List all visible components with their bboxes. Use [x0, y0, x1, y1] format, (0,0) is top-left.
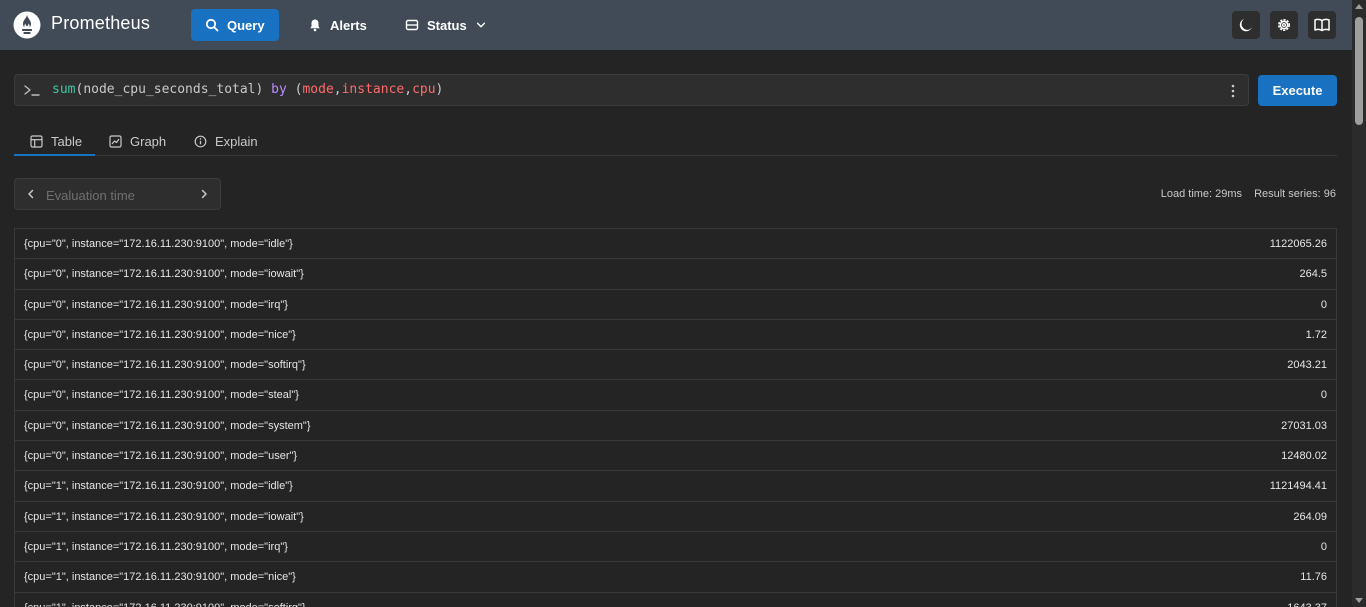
tab-explain[interactable]: Explain — [194, 128, 258, 155]
query-comma: , — [333, 82, 342, 97]
series-value: 12480.02 — [1281, 450, 1327, 463]
query-by-keyword: by — [271, 82, 287, 97]
top-navbar: Prometheus Query Alerts Status — [0, 0, 1366, 50]
query-label-cpu: cpu — [412, 82, 436, 97]
series-value: 27031.03 — [1281, 419, 1327, 432]
table-row: {cpu="1", instance="172.16.11.230:9100",… — [15, 593, 1336, 607]
kebab-menu-icon[interactable] — [1228, 83, 1238, 99]
result-series-count: Result series: 96 — [1254, 188, 1336, 200]
tabs-divider — [14, 155, 1337, 156]
info-icon — [194, 135, 207, 148]
query-metric: node_cpu_seconds_total — [83, 82, 256, 97]
series-labels: {cpu="0", instance="172.16.11.230:9100",… — [24, 450, 298, 463]
table-icon — [30, 135, 43, 148]
series-value: 0 — [1320, 540, 1327, 553]
brand-title[interactable]: Prometheus — [51, 13, 150, 34]
series-labels: {cpu="1", instance="172.16.11.230:9100",… — [24, 602, 306, 607]
query-expression[interactable]: sum(node_cpu_seconds_total) by (mode,ins… — [52, 82, 443, 98]
table-row: {cpu="1", instance="172.16.11.230:9100",… — [15, 502, 1336, 532]
bell-icon — [310, 19, 320, 32]
series-labels: {cpu="0", instance="172.16.11.230:9100",… — [24, 298, 288, 311]
load-time: Load time: 29ms — [1160, 188, 1243, 200]
query-close-paren: ) — [255, 82, 264, 97]
series-labels: {cpu="0", instance="172.16.11.230:9100",… — [24, 419, 311, 432]
table-row: {cpu="0", instance="172.16.11.230:9100",… — [15, 259, 1336, 290]
series-value: 11.76 — [1300, 571, 1327, 584]
series-labels: {cpu="0", instance="172.16.11.230:9100",… — [24, 389, 299, 402]
table-row: {cpu="0", instance="172.16.11.230:9100",… — [15, 350, 1336, 381]
table-row: {cpu="0", instance="172.16.11.230:9100",… — [15, 320, 1336, 351]
gear-icon — [1278, 19, 1290, 31]
table-row: {cpu="0", instance="172.16.11.230:9100",… — [15, 380, 1336, 411]
series-labels: {cpu="1", instance="172.16.11.230:9100",… — [24, 540, 288, 553]
tab-graph[interactable]: Graph — [109, 128, 166, 155]
theme-toggle-button[interactable] — [1232, 11, 1260, 39]
series-value: 1121494.41 — [1269, 480, 1327, 493]
series-value: 0 — [1320, 298, 1327, 311]
chart-icon — [109, 135, 122, 148]
query-stats: Load time: 29ms Result series: 96 — [1161, 188, 1336, 200]
series-value: 1122065.26 — [1269, 238, 1327, 250]
series-value: 264.09 — [1293, 510, 1327, 523]
active-tab-indicator — [14, 154, 95, 156]
tab-table-label: Table — [51, 134, 83, 149]
table-row: {cpu="0", instance="172.16.11.230:9100",… — [15, 290, 1336, 320]
nav-status-dropdown[interactable]: Status — [391, 9, 501, 41]
series-labels: {cpu="0", instance="172.16.11.230:9100",… — [24, 328, 296, 341]
nav-alerts-button[interactable]: Alerts — [294, 9, 381, 41]
results-table: {cpu="0", instance="172.16.11.230:9100",… — [14, 228, 1337, 607]
nav-alerts-label: Alerts — [330, 17, 367, 33]
tab-graph-label: Graph — [130, 134, 167, 149]
table-row: {cpu="1", instance="172.16.11.230:9100",… — [15, 471, 1336, 502]
server-icon — [405, 19, 419, 31]
query-function: sum — [52, 82, 76, 97]
terminal-prompt-icon — [24, 85, 40, 96]
execute-button[interactable]: Execute — [1258, 75, 1337, 106]
series-labels: {cpu="1", instance="172.16.11.230:9100",… — [24, 480, 293, 493]
query-label-mode: mode — [302, 82, 334, 97]
series-labels: {cpu="0", instance="172.16.11.230:9100",… — [24, 268, 304, 281]
book-icon — [1314, 18, 1330, 32]
series-value: 0 — [1320, 389, 1327, 402]
tab-explain-label: Explain — [215, 134, 258, 149]
table-row: {cpu="1", instance="172.16.11.230:9100",… — [15, 532, 1336, 563]
chevron-right-icon[interactable] — [198, 188, 210, 200]
settings-button[interactable] — [1270, 11, 1298, 39]
series-value: 1.72 — [1305, 328, 1327, 341]
series-value: 1643.37 — [1287, 602, 1327, 607]
tab-table[interactable]: Table — [30, 128, 82, 155]
series-labels: {cpu="1", instance="172.16.11.230:9100",… — [24, 510, 304, 523]
series-value: 2043.21 — [1287, 359, 1327, 372]
moon-icon — [1239, 19, 1252, 32]
chevron-left-icon[interactable] — [25, 188, 37, 200]
nav-query-label: Query — [227, 17, 265, 33]
table-row: {cpu="0", instance="172.16.11.230:9100",… — [15, 229, 1336, 260]
series-value: 264.5 — [1299, 268, 1327, 281]
series-labels: {cpu="0", instance="172.16.11.230:9100",… — [24, 238, 293, 250]
evaluation-time-input[interactable] — [46, 185, 196, 205]
scroll-up-arrow[interactable] — [1355, 4, 1363, 9]
nav-query-button[interactable]: Query — [191, 9, 279, 41]
scroll-down-arrow[interactable] — [1355, 598, 1363, 603]
evaluation-time-picker — [14, 178, 221, 210]
series-labels: {cpu="0", instance="172.16.11.230:9100",… — [24, 359, 306, 372]
table-row: {cpu="1", instance="172.16.11.230:9100",… — [15, 562, 1336, 593]
page-scrollbar[interactable] — [1352, 0, 1366, 607]
nav-status-label: Status — [427, 17, 467, 33]
chevron-down-icon — [476, 22, 485, 28]
query-group-close: ) — [435, 82, 444, 97]
table-row: {cpu="0", instance="172.16.11.230:9100",… — [15, 411, 1336, 442]
table-row: {cpu="0", instance="172.16.11.230:9100",… — [15, 441, 1336, 472]
series-labels: {cpu="1", instance="172.16.11.230:9100",… — [24, 571, 296, 584]
documentation-button[interactable] — [1308, 11, 1336, 39]
query-comma: , — [404, 82, 413, 97]
search-icon — [205, 18, 219, 32]
query-editor[interactable]: sum(node_cpu_seconds_total) by (mode,ins… — [14, 74, 1249, 106]
prometheus-logo-icon[interactable] — [13, 11, 41, 39]
query-label-instance: instance — [341, 82, 405, 97]
scrollbar-thumb[interactable] — [1355, 17, 1363, 125]
